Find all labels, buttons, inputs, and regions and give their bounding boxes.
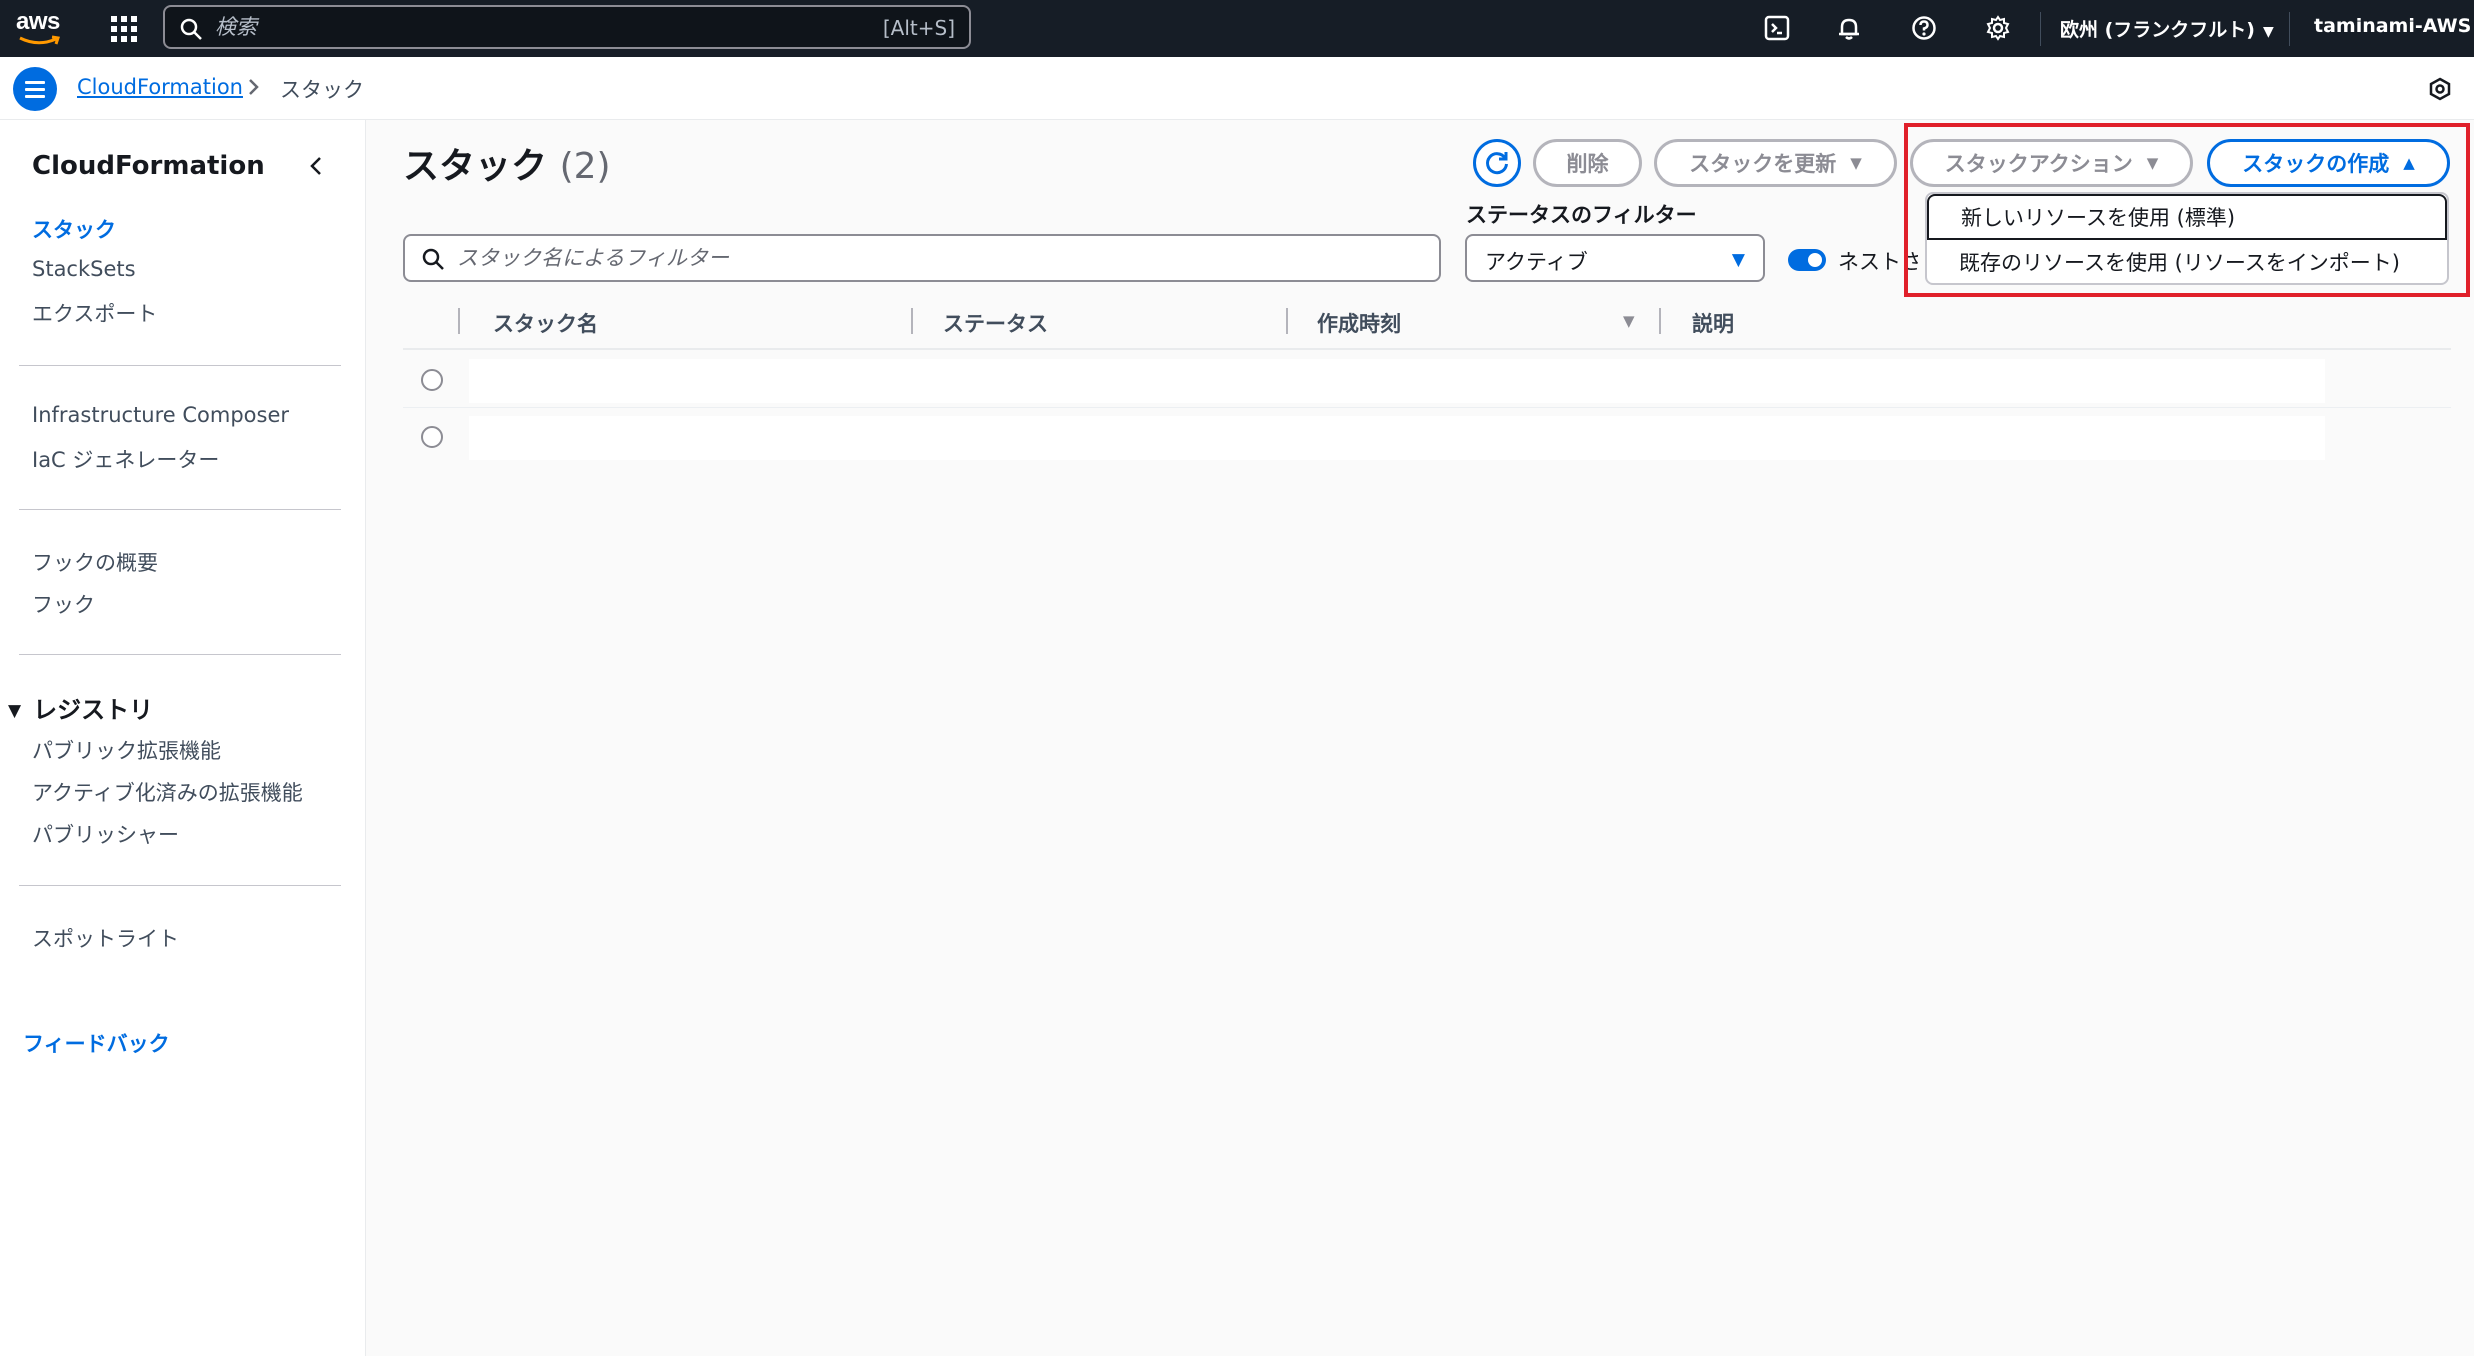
sidebar-item-exports[interactable]: エクスポート	[32, 298, 157, 328]
column-resizer[interactable]	[911, 308, 913, 334]
global-search[interactable]: [Alt+S]	[163, 5, 971, 49]
chevron-right-icon	[249, 79, 259, 95]
sidebar-divider	[19, 365, 341, 366]
global-search-input[interactable]	[215, 11, 815, 43]
sidebar-item-public-extensions[interactable]: パブリック拡張機能	[32, 735, 221, 765]
search-shortcut-hint: [Alt+S]	[882, 16, 955, 40]
aws-logo[interactable]: aws	[16, 8, 66, 48]
sidebar-item-hooks-overview[interactable]: フックの概要	[32, 547, 158, 577]
aws-logo-text: aws	[16, 8, 60, 35]
cloudshell-icon[interactable]	[1762, 13, 1792, 43]
stack-name-filter-input[interactable]	[457, 242, 1357, 274]
update-stack-label: スタックを更新	[1689, 152, 1837, 176]
account-label: taminami-AWS	[2314, 15, 2472, 37]
caret-down-icon: ▼	[1731, 250, 1745, 270]
sidebar-item-iac-generator[interactable]: IaC ジェネレーター	[32, 444, 219, 474]
refresh-icon	[1486, 152, 1508, 175]
caret-down-icon: ▼	[1850, 154, 1862, 172]
caret-down-icon: ▼	[8, 701, 22, 721]
delete-button-label: 削除	[1566, 152, 1609, 176]
caret-down-icon: ▼	[2262, 24, 2274, 40]
column-header-creation-time[interactable]: 作成時刻	[1317, 308, 1401, 338]
table-header: スタック名 ステータス 作成時刻 ▼ 説明	[403, 298, 2451, 350]
account-menu[interactable]: taminami-AWS▼	[2314, 15, 2474, 37]
aws-smile-icon	[19, 35, 60, 45]
delete-button[interactable]: 削除	[1533, 139, 1642, 187]
page-title: スタック (2)	[403, 137, 611, 189]
sidebar-title: CloudFormation	[32, 151, 265, 181]
menu-item-import-resources[interactable]: 既存のリソースを使用 (リソースをインポート)	[1927, 239, 2447, 285]
page-title-text: スタック	[403, 146, 548, 187]
search-icon	[180, 18, 202, 40]
top-navigation: aws [Alt+S] 欧州 (フランクフルト) ▼ taminami-AWS▼	[0, 0, 2474, 57]
nav-divider	[2289, 12, 2290, 46]
bell-icon[interactable]	[1834, 13, 1864, 43]
breadcrumb-current: スタック	[280, 78, 364, 102]
sidebar-divider	[19, 885, 341, 886]
stack-name-filter[interactable]	[403, 234, 1441, 282]
breadcrumb-bar: CloudFormation スタック	[0, 57, 2474, 120]
menu-item-new-resources[interactable]: 新しいリソースを使用 (標準)	[1927, 194, 2447, 240]
chevron-left-icon[interactable]	[306, 154, 326, 178]
sidebar-feedback-link[interactable]: フィードバック	[23, 1028, 170, 1058]
column-header-status[interactable]: ステータス	[943, 308, 1048, 338]
help-icon[interactable]	[1909, 13, 1939, 43]
sidebar-section-label: レジストリ	[33, 696, 154, 724]
sidebar-item-activated-extensions[interactable]: アクティブ化済みの拡張機能	[32, 777, 303, 807]
services-grid-icon[interactable]	[111, 16, 137, 42]
sort-descending-icon[interactable]: ▼	[1623, 312, 1635, 330]
sidebar-item-publishers[interactable]: パブリッシャー	[32, 819, 179, 849]
table-row[interactable]	[403, 351, 2451, 408]
region-selector[interactable]: 欧州 (フランクフルト) ▼	[2060, 15, 2274, 42]
gear-icon[interactable]	[1983, 13, 2013, 43]
table-row[interactable]	[403, 408, 2451, 465]
region-label: 欧州 (フランクフルト)	[2060, 19, 2255, 41]
sidebar-divider	[19, 654, 341, 655]
column-resizer[interactable]	[1659, 308, 1661, 334]
status-filter-label: ステータスのフィルター	[1466, 203, 1697, 227]
row-select-radio[interactable]	[421, 369, 443, 391]
column-resizer[interactable]	[1286, 308, 1288, 334]
update-stack-button[interactable]: スタックを更新 ▼	[1654, 139, 1897, 187]
column-header-stack-name[interactable]: スタック名	[493, 308, 598, 338]
hexagon-settings-icon[interactable]	[2428, 77, 2452, 101]
sidebar-item-hooks[interactable]: フック	[32, 589, 95, 619]
sidebar-section-registry[interactable]: ▼ レジストリ	[8, 690, 153, 725]
stack-count: (2)	[559, 146, 611, 187]
navigation-menu-button[interactable]	[13, 67, 57, 111]
sidebar-item-stacksets[interactable]: StackSets	[32, 257, 136, 281]
nested-stacks-toggle[interactable]	[1788, 249, 1826, 271]
sidebar-item-stacks[interactable]: スタック	[32, 214, 116, 244]
search-icon	[422, 248, 444, 270]
nav-divider	[2040, 12, 2041, 46]
column-header-description[interactable]: 説明	[1692, 308, 1734, 338]
row-select-radio[interactable]	[421, 426, 443, 448]
sidebar-divider	[19, 509, 341, 510]
sidebar-item-infrastructure-composer[interactable]: Infrastructure Composer	[32, 403, 289, 427]
column-resizer[interactable]	[458, 308, 460, 334]
sidebar-item-spotlight[interactable]: スポットライト	[32, 923, 179, 953]
status-filter-select[interactable]: アクティブ ▼	[1465, 234, 1765, 282]
row-loading-placeholder	[469, 416, 2325, 460]
breadcrumb-service-link[interactable]: CloudFormation	[77, 75, 243, 99]
side-navigation: CloudFormation スタック StackSets エクスポート Inf…	[0, 120, 366, 1356]
row-loading-placeholder	[469, 359, 2325, 403]
status-filter-value: アクティブ	[1485, 250, 1588, 274]
refresh-button[interactable]	[1473, 139, 1521, 187]
create-stack-dropdown: 新しいリソースを使用 (標準) 既存のリソースを使用 (リソースをインポート)	[1925, 192, 2449, 285]
